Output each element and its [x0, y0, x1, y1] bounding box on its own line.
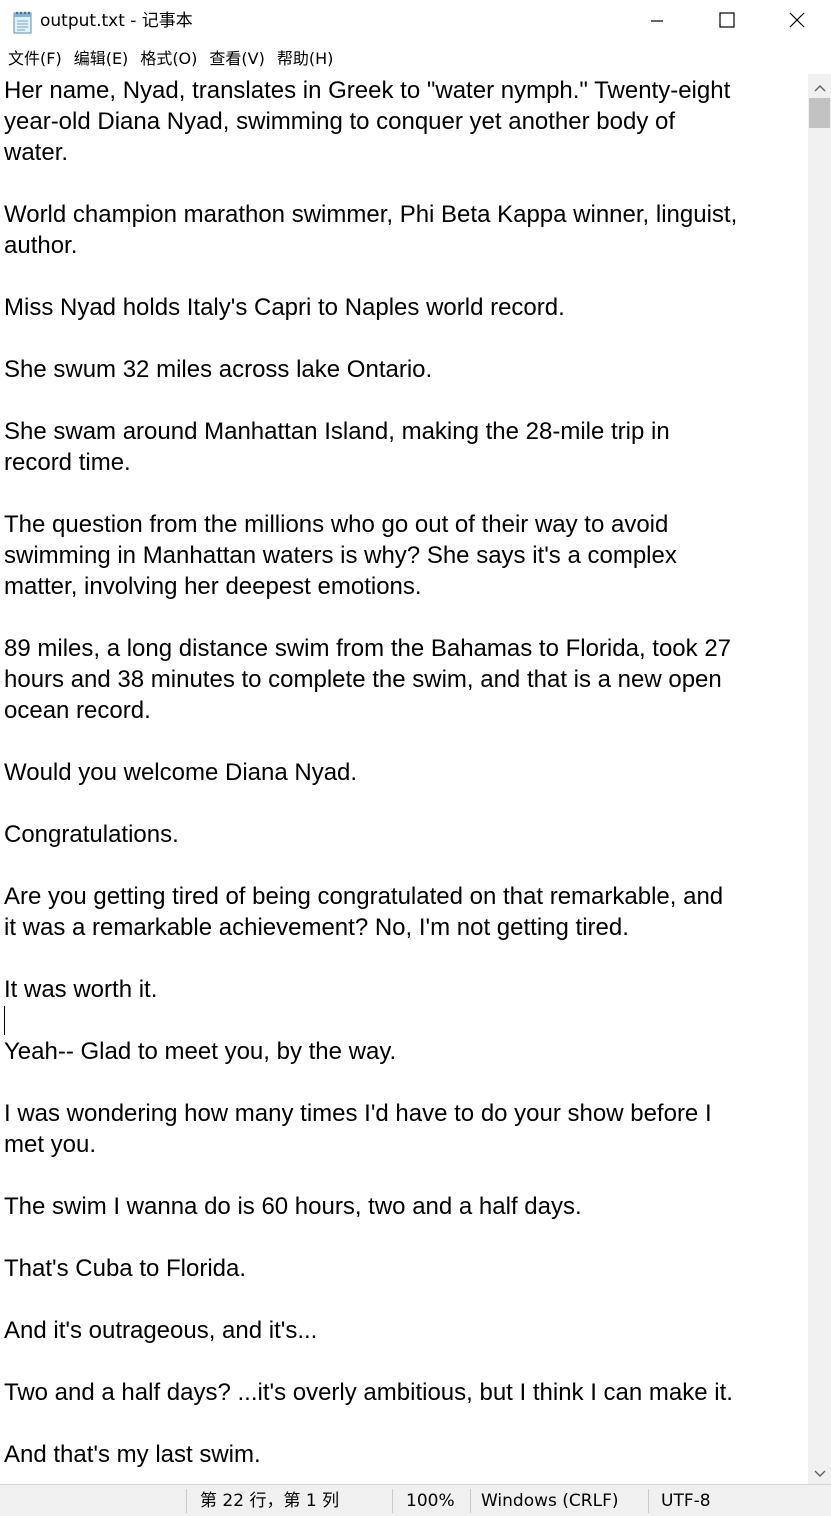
text-editor[interactable]: Her name, Nyad, translates in Greek to "… — [0, 74, 808, 1484]
text-line: Yeah-- Glad to meet you, by the way. — [4, 1038, 397, 1065]
status-encoding: UTF-8 — [661, 1491, 711, 1511]
text-line: Would you welcome Diana Nyad. — [4, 759, 358, 786]
text-line: She swum 32 miles across lake Ontario. — [4, 356, 433, 383]
text-line — [4, 602, 804, 633]
text-line — [4, 1346, 804, 1377]
title-bar: output.txt - 记事本 — [0, 0, 831, 44]
text-line — [4, 726, 804, 757]
text-line: And that's my last swim. — [4, 1441, 261, 1468]
text-line — [4, 261, 804, 292]
text-line: Two and a half days? ...it's overly ambi… — [4, 1379, 733, 1406]
status-bar: 第 22 行，第 1 列 100% Windows (CRLF) UTF-8 — [0, 1484, 831, 1516]
text-caret — [4, 1006, 5, 1035]
text-line — [4, 788, 804, 819]
minimize-icon — [650, 13, 664, 32]
text-line — [4, 1408, 804, 1439]
text-line: Congratulations. — [4, 821, 179, 848]
text-line: The swim I wanna do is 60 hours, two and… — [4, 1193, 582, 1220]
text-line — [4, 850, 804, 881]
text-line: water. — [4, 139, 69, 166]
notepad-icon — [12, 10, 34, 34]
text-line: World champion marathon swimmer, Phi Bet… — [4, 201, 738, 228]
text-line: The question from the millions who go ou… — [4, 511, 669, 538]
text-line: Are you getting tired of being congratul… — [4, 883, 724, 910]
text-line: ocean record. — [4, 697, 151, 724]
text-line: 89 miles, a long distance swim from the … — [4, 635, 732, 662]
status-line-ending: Windows (CRLF) — [481, 1491, 619, 1511]
status-zoom: 100% — [406, 1491, 455, 1511]
text-line: year-old Diana Nyad, swimming to conquer… — [4, 108, 676, 135]
menu-view[interactable]: 查看(V) — [203, 45, 270, 73]
scroll-up-button[interactable] — [808, 74, 831, 98]
text-line: She swam around Manhattan Island, making… — [4, 418, 670, 445]
text-line — [4, 1284, 804, 1315]
status-cursor-position: 第 22 行，第 1 列 — [200, 1491, 340, 1511]
text-line: And it's outrageous, and it's... — [4, 1317, 318, 1344]
chevron-up-icon — [814, 77, 826, 96]
text-line: swimming in Manhattan waters is why? She… — [4, 542, 677, 569]
text-line: met you. — [4, 1131, 97, 1158]
menu-bar: 文件(F) 编辑(E) 格式(O) 查看(V) 帮助(H) — [0, 44, 831, 74]
text-line: hours and 38 minutes to complete the swi… — [4, 666, 722, 693]
scroll-thumb[interactable] — [809, 98, 830, 128]
close-icon — [789, 12, 805, 32]
menu-edit[interactable]: 编辑(E) — [68, 45, 135, 73]
text-line: matter, involving her deepest emotions. — [4, 573, 422, 600]
text-line — [4, 943, 804, 974]
chevron-down-icon — [814, 1463, 826, 1482]
text-line: Miss Nyad holds Italy's Capri to Naples … — [4, 294, 565, 321]
status-separator — [470, 1489, 471, 1513]
minimize-button[interactable] — [622, 0, 692, 44]
text-line — [4, 385, 804, 416]
status-separator — [392, 1489, 393, 1513]
text-line — [4, 1005, 804, 1036]
text-line — [4, 1222, 804, 1253]
window-title: output.txt - 记事本 — [40, 11, 193, 31]
text-line: It was worth it. — [4, 976, 158, 1003]
text-line: it was a remarkable achievement? No, I'm… — [4, 914, 629, 941]
text-line: That's Cuba to Florida. — [4, 1255, 247, 1282]
maximize-icon — [719, 12, 735, 32]
close-button[interactable] — [762, 0, 831, 44]
text-line: Her name, Nyad, translates in Greek to "… — [4, 77, 731, 104]
maximize-button[interactable] — [692, 0, 762, 44]
scroll-down-button[interactable] — [808, 1460, 831, 1484]
text-line: I was wondering how many times I'd have … — [4, 1100, 712, 1127]
menu-format[interactable]: 格式(O) — [134, 45, 203, 73]
status-separator — [186, 1489, 187, 1513]
text-line — [4, 1160, 804, 1191]
text-line — [4, 1067, 804, 1098]
menu-help[interactable]: 帮助(H) — [271, 45, 340, 73]
text-line — [4, 323, 804, 354]
editor-text: Her name, Nyad, translates in Greek to "… — [4, 75, 804, 1470]
status-separator — [648, 1489, 649, 1513]
vertical-scrollbar[interactable] — [808, 74, 831, 1484]
text-line — [4, 168, 804, 199]
text-line: record time. — [4, 449, 131, 476]
menu-file[interactable]: 文件(F) — [2, 45, 68, 73]
text-line — [4, 478, 804, 509]
text-line: author. — [4, 232, 78, 259]
